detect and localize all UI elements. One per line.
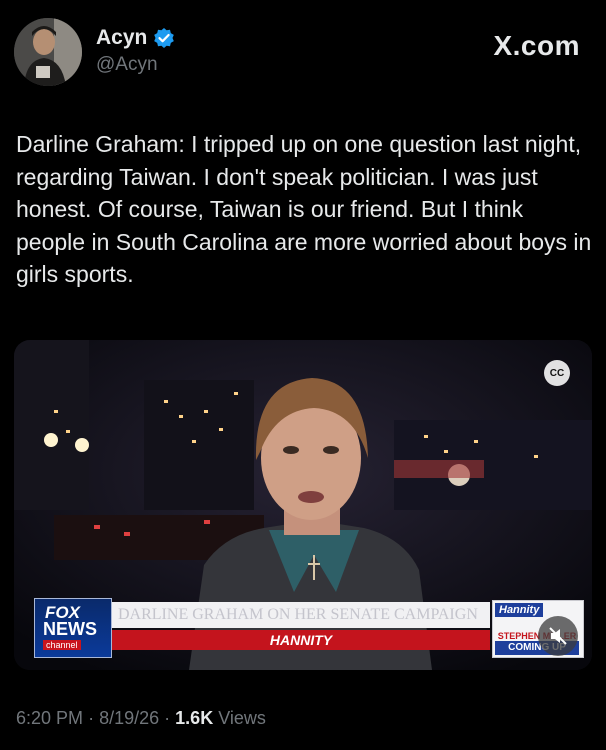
tweet-meta: 6:20 PM · 8/19/26 · 1.6K Views	[16, 708, 266, 729]
views-label: Views	[218, 708, 266, 728]
mute-icon[interactable]	[538, 616, 578, 656]
video-player[interactable]: CC FOX NEWS channel DARLINE GRAHAM ON HE…	[14, 340, 592, 670]
news-lower-third: FOX NEWS channel DARLINE GRAHAM ON HER S…	[34, 598, 584, 660]
tweet-time[interactable]: 6:20 PM	[16, 708, 83, 728]
promo-show-name: Hannity	[495, 603, 544, 617]
tweet-text: Darline Graham: I tripped up on one ques…	[16, 131, 592, 287]
network-logo-line2: NEWS	[43, 619, 97, 639]
meta-separator: ·	[88, 708, 95, 728]
views-count: 1.6K	[175, 708, 214, 728]
chyron-show-name: HANNITY	[112, 630, 490, 650]
verified-badge-icon	[153, 27, 175, 49]
author-handle[interactable]: @Acyn	[96, 54, 175, 76]
source-logo: X.com	[493, 30, 580, 61]
network-logo: FOX NEWS channel	[34, 598, 112, 658]
author-display-name[interactable]: Acyn	[96, 26, 147, 50]
tweet-header: Acyn @Acyn X.com	[14, 18, 592, 88]
meta-separator: ·	[164, 708, 171, 728]
captions-button[interactable]: CC	[544, 360, 570, 386]
tweet-date[interactable]: 8/19/26	[99, 708, 159, 728]
chyron-headline: DARLINE GRAHAM ON HER SENATE CAMPAIGN	[112, 602, 490, 628]
network-logo-line3: channel	[43, 640, 81, 650]
avatar[interactable]	[14, 18, 82, 86]
